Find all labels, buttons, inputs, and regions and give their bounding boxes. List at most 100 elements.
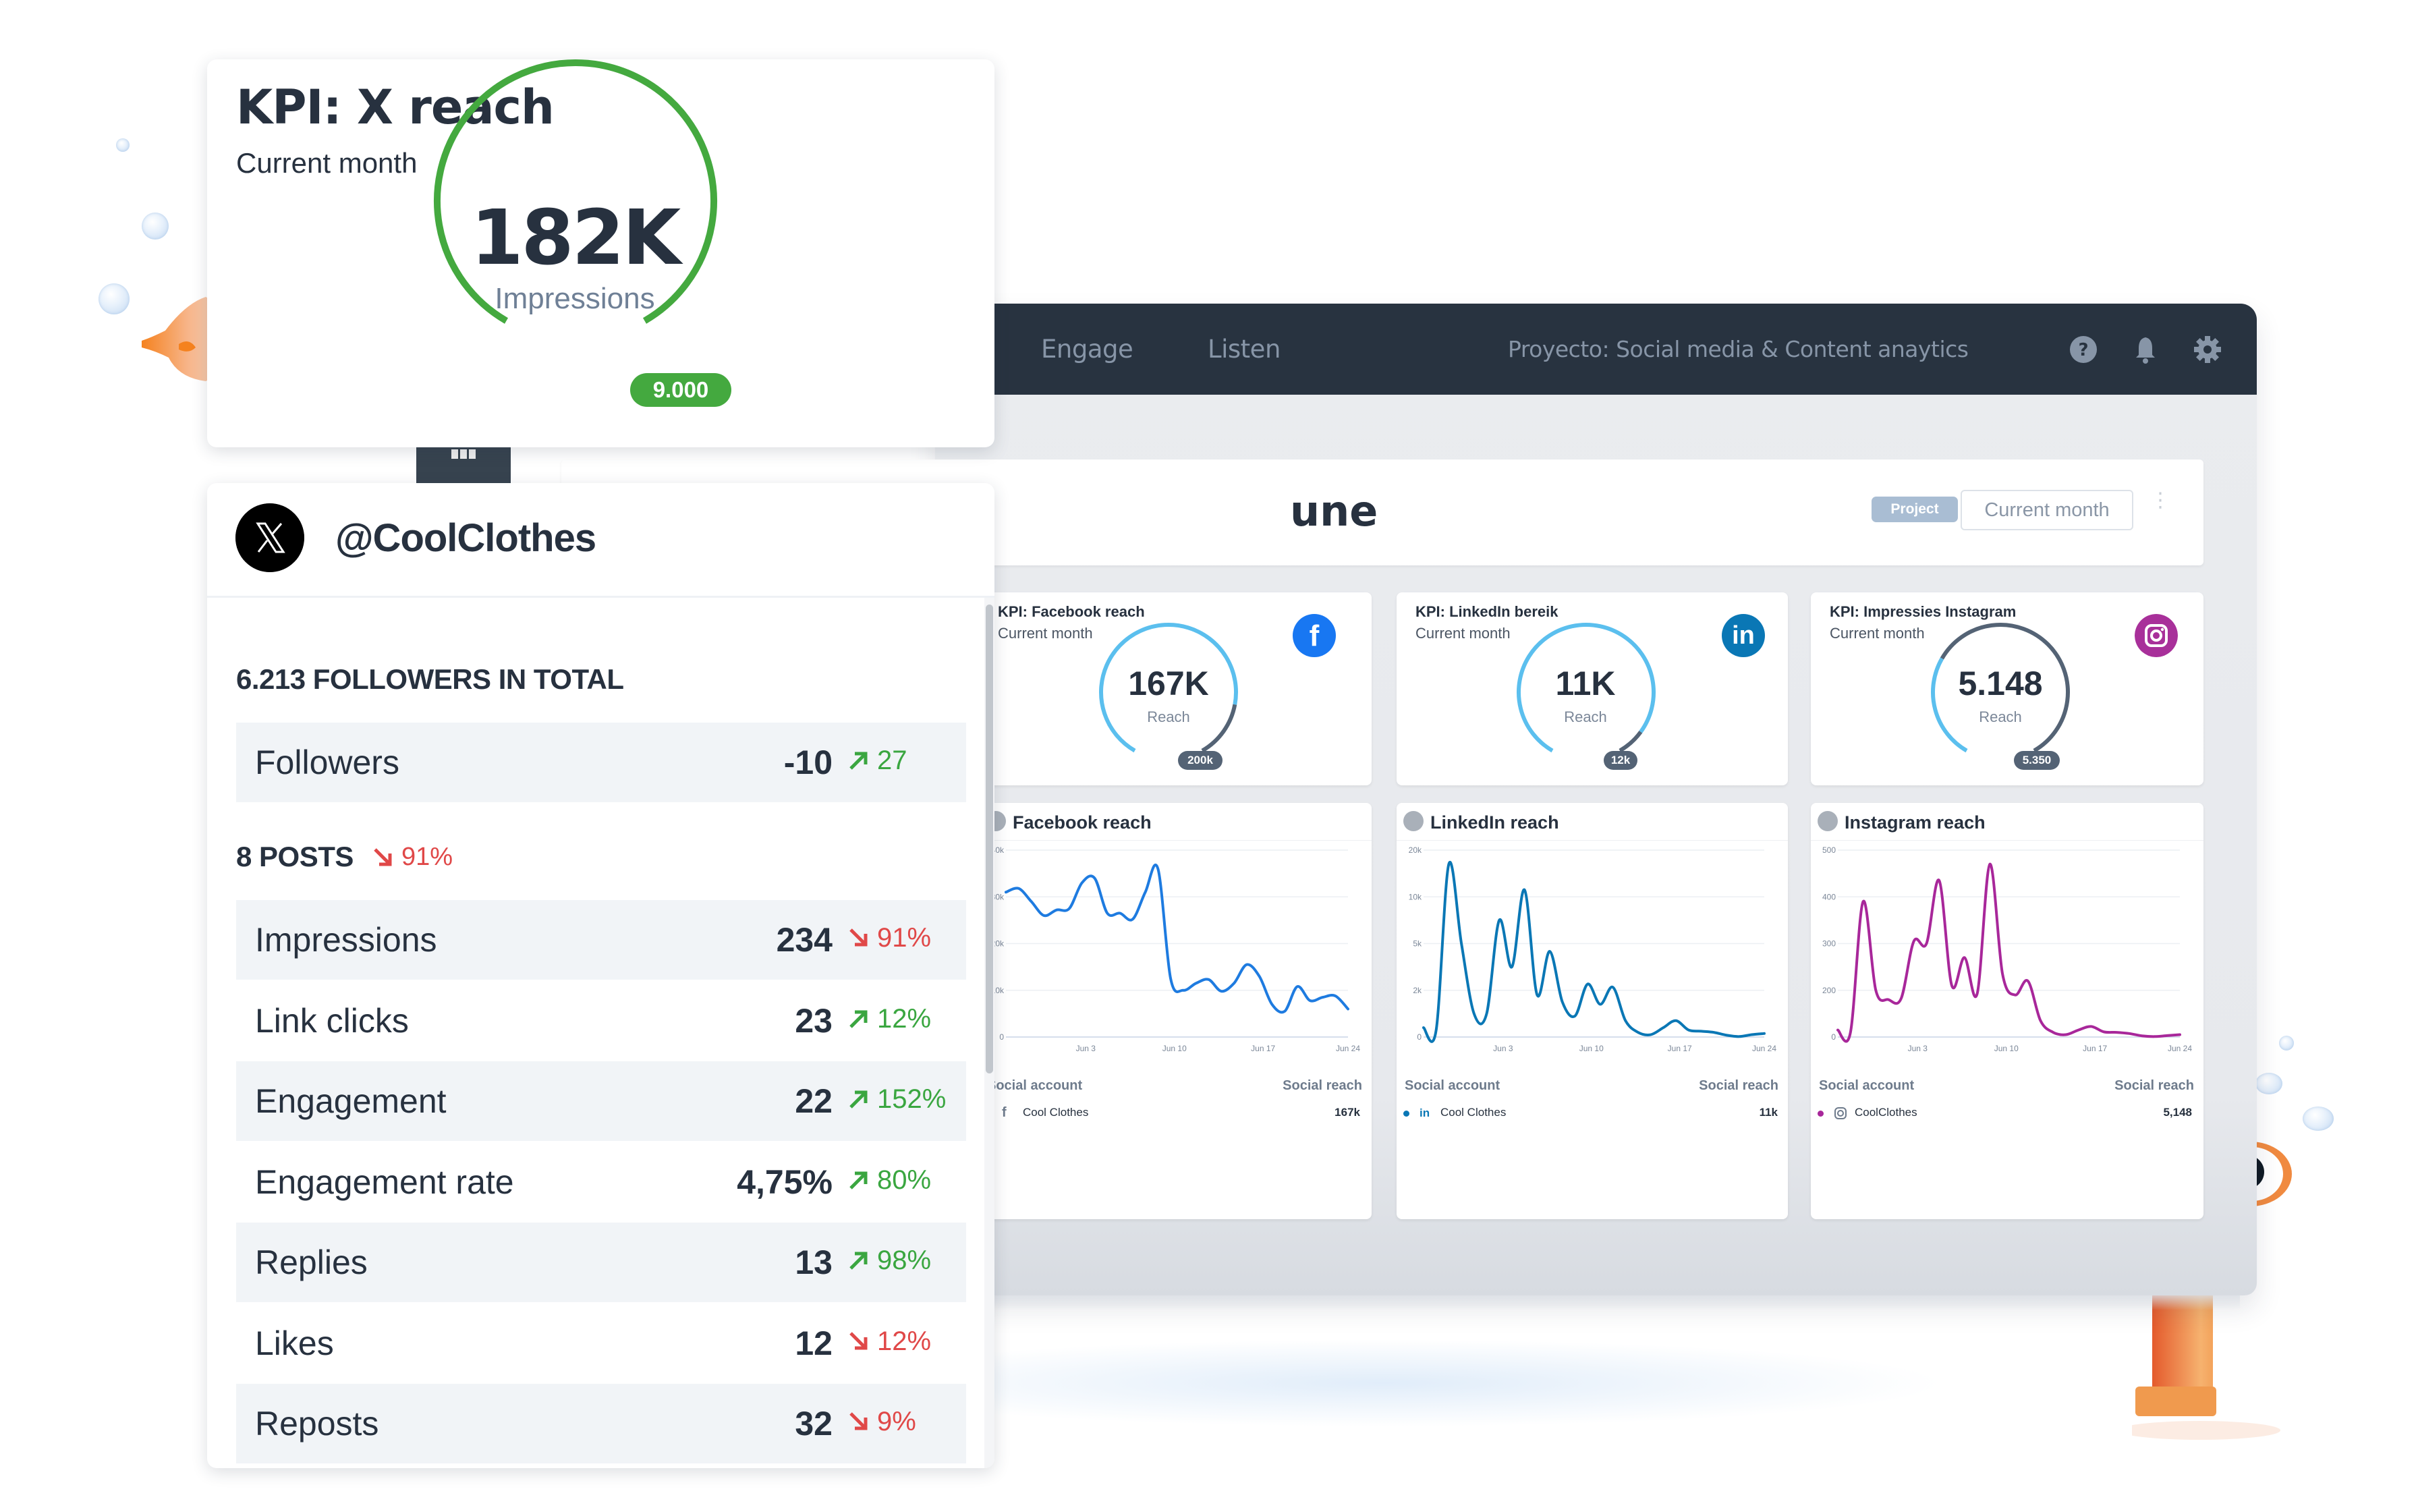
kpi-card-instagram: KPI: Impressies Instagram Current month … [1811,592,2203,785]
stat-label: Likes [255,1324,334,1362]
legend-reach-header: Social reach [2114,1078,2194,1093]
top-navbar: Engage Listen Proyecto: Social media & C… [935,304,2257,395]
chart-card-facebook: Facebook reach 0 10k 20k 30k 40k Jun 3 Jun 10 J… [979,803,1372,1219]
kpi-value: 182K [470,194,681,282]
kpi-label: Impressions [495,282,655,315]
stat-change: 9% [877,1407,916,1436]
stat-value: 32 [795,1405,833,1443]
y-tick-label: 10k [1409,892,1422,901]
nav-engage[interactable]: Engage [1041,304,1133,395]
stat-label: Reposts [255,1405,379,1443]
bar-chart-icon [1818,811,1838,831]
x-tick-label: Jun 24 [1752,1044,1776,1053]
bubble-decoration [116,138,130,152]
legend-account-header: Social account [1819,1078,1915,1093]
gauge-remaining-arc [1619,730,1643,753]
kpi-label: Reach [1979,708,2022,725]
stat-change: 152% [877,1084,947,1114]
instagram-icon [1834,1107,1847,1119]
stat-label: Link clicks [255,1001,409,1040]
legend-account-header: Social account [1405,1078,1500,1093]
instagram-icon[interactable] [2135,614,2178,657]
project-name[interactable]: Proyecto: Social media & Content anaytic… [1508,304,1969,395]
period-dropdown[interactable]: Current month [1961,490,2133,530]
dashboard-title: une [1290,486,1378,536]
bell-icon[interactable] [2131,335,2160,364]
bubble-decoration [2255,1073,2282,1094]
stat-row: Impressions 234 91% [236,900,966,980]
y-tick-label: 0 [1417,1032,1422,1042]
kpi-card-facebook: KPI: Facebook reach Current month 167K R… [979,592,1372,785]
legend-account-header: Social account [987,1078,1083,1093]
kpi-value: 167K [1128,665,1209,702]
stat-row: Link clicks 23 12% [236,981,966,1061]
legend-row: in Cool Clothes 11k [1403,1104,1778,1124]
y-tick-label: 5k [1413,939,1422,949]
arrow-up-icon [849,1171,868,1189]
stat-row-followers: Followers -10 27 [236,723,966,802]
x-tick-label: Jun 3 [1076,1044,1096,1053]
legend-row: f Cool Clothes 167k [986,1104,1360,1124]
y-tick-label: 400 [1822,892,1836,901]
series-line [1422,860,1766,1043]
chart-header: Instagram reach [1811,803,2203,841]
y-tick-label: 20k [1409,845,1422,855]
arrow-up-icon [849,1252,868,1270]
x-tick-label: Jun 10 [1162,1044,1187,1053]
y-tick-label: 0 [1831,1032,1836,1042]
chart-title: Facebook reach [1013,812,1152,833]
arrow-down-icon [374,848,392,866]
series-color-dot [1403,1111,1409,1117]
y-tick-label: 2k [1413,986,1422,995]
legend-reach-header: Social reach [1699,1078,1778,1093]
legend-reach-value: 5,148 [2163,1106,2192,1119]
stat-value: 13 [795,1243,833,1281]
chart-header: LinkedIn reach [1397,803,1788,841]
project-badge: Project [1872,497,1958,522]
stat-change: 27 [877,746,907,775]
x-tick-label: Jun 24 [1336,1044,1360,1053]
kpi-value: 5.148 [1958,665,2043,702]
stat-row: Engagement 22 152% [236,1061,966,1141]
nav-listen[interactable]: Listen [1208,304,1281,395]
scrollbar-thumb[interactable] [986,605,993,1073]
legend-account-name: Cool Clothes [1440,1106,1507,1119]
kpi-target-badge: 9.000 [630,373,731,407]
bubble-decoration [2279,1036,2294,1051]
kpi-card-linkedin: KPI: LinkedIn bereik Current month 11K R… [1397,592,1788,785]
line-chart: 0 200 300 400 500 Jun 3 Jun 10 Jun 17 Jun 24 [1822,845,2192,1053]
kpi-label: Reach [1147,708,1190,725]
arrow-up-icon [849,1090,868,1109]
stat-change: 91% [877,923,932,953]
series-line [1836,862,2181,1043]
y-tick-label: 500 [1822,845,1836,855]
y-tick-label: 0 [999,1032,1004,1042]
help-icon[interactable]: ? [2069,335,2098,364]
legend-account-name: Cool Clothes [1023,1106,1089,1119]
x-tick-label: Jun 3 [1908,1044,1928,1053]
x-tick-label: Jun 10 [1994,1044,2019,1053]
posts-total: 8 POSTS [236,841,354,872]
series-color-dot [1818,1111,1824,1117]
stat-value: 234 [776,921,833,959]
dashboard-window: Engage Listen Proyecto: Social media & C… [561,304,2257,1295]
facebook-icon[interactable]: f [1293,614,1336,657]
x-logo-icon[interactable] [235,503,304,572]
stat-value: 22 [795,1082,833,1120]
kpi-target-badge: 200k [1178,751,1223,770]
grid-menu-icon[interactable] [450,448,477,461]
stat-label: Engagement [255,1082,447,1120]
chart-header: Facebook reach [979,803,1372,841]
x-tick-label: Jun 17 [1668,1044,1692,1053]
arrow-down-icon [849,1331,868,1349]
bubble-decoration [99,283,130,314]
kpi-value: 11K [1555,665,1616,702]
x-tick-label: Jun 17 [1251,1044,1275,1053]
stat-label: Engagement rate [255,1163,514,1201]
legend-account-name: CoolClothes [1855,1106,1917,1119]
linkedin-icon[interactable]: in [1722,614,1765,657]
dashboard-base-shadow [972,1295,2240,1310]
gear-icon[interactable] [2193,335,2222,364]
more-options-icon[interactable]: ⋮ [2150,491,2170,524]
stat-row: Replies 13 98% [236,1223,966,1302]
